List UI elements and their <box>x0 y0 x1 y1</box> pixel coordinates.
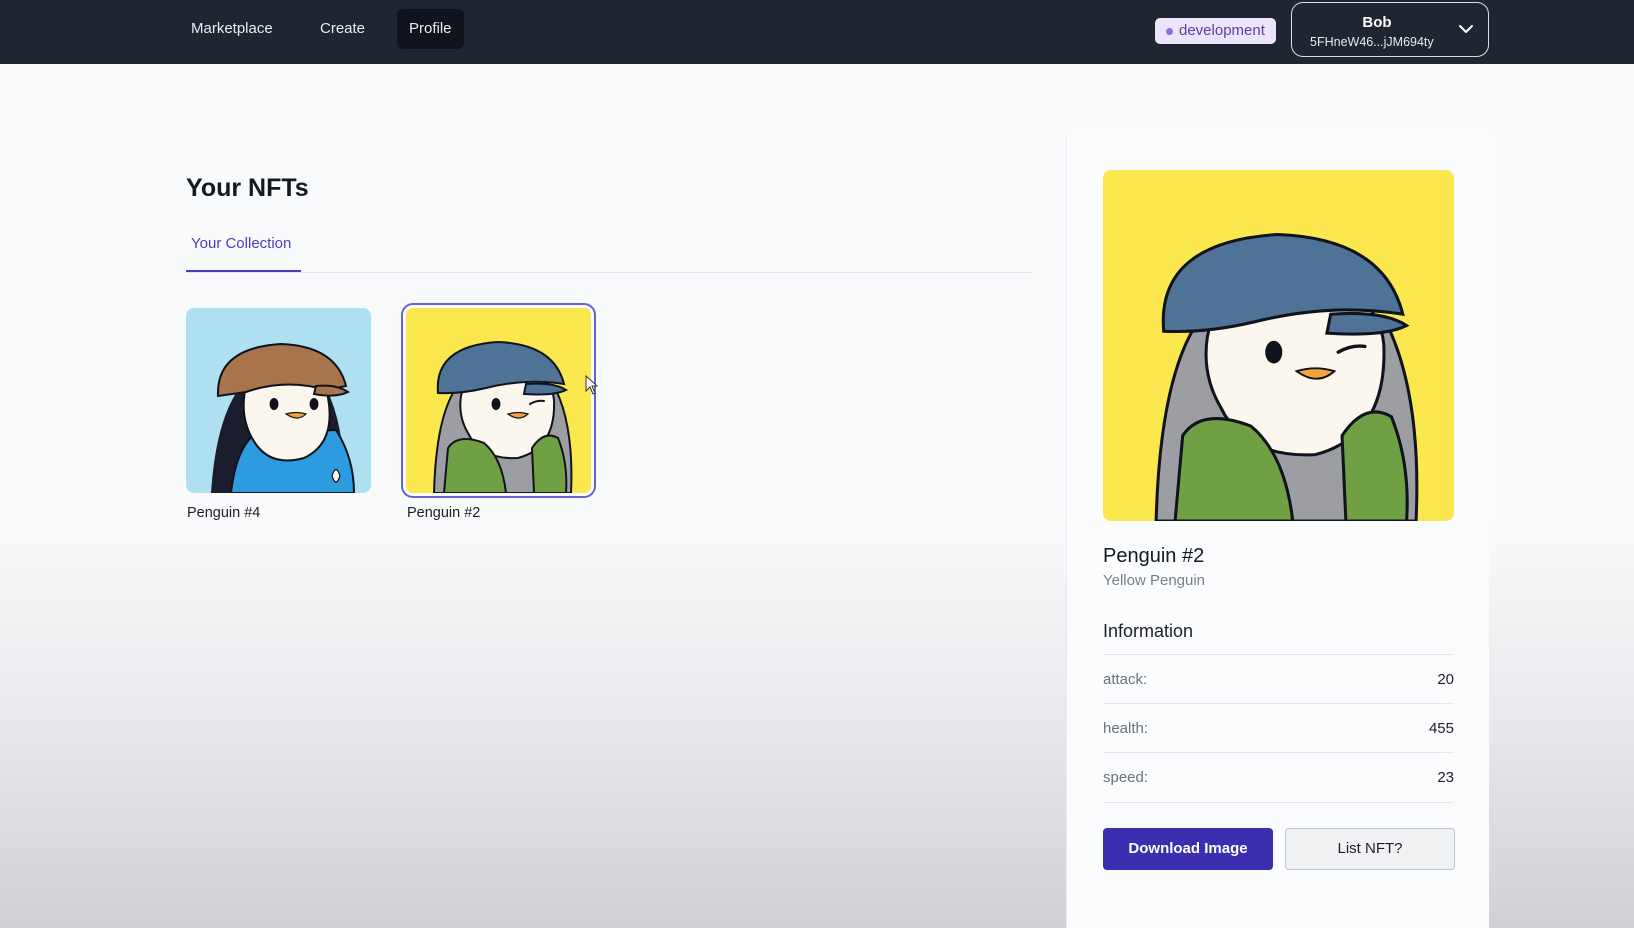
tab-divider <box>186 272 1031 273</box>
nft-detail-subtitle: Yellow Penguin <box>1103 572 1206 589</box>
attribute-value: 455 <box>1428 720 1454 737</box>
nav-create[interactable]: Create <box>308 9 377 49</box>
account-name: Bob <box>1362 14 1392 31</box>
nft-detail-panel: Penguin #2 Yellow Penguin Information at… <box>1066 135 1489 928</box>
top-nav: Marketplace Create Profile development B… <box>0 0 1634 64</box>
page-title: Your NFTs <box>186 174 309 202</box>
nft-detail-image <box>1103 170 1454 521</box>
attribute-row-speed: speed: 23 <box>1103 752 1454 801</box>
tab-your-collection[interactable]: Your Collection <box>191 235 291 252</box>
account-selector[interactable]: Bob 5FHneW46...jJM694ty <box>1291 2 1489 57</box>
list-nft-button[interactable]: List NFT? <box>1285 828 1455 870</box>
penguin-image <box>406 308 591 493</box>
environment-label: development <box>1179 22 1265 39</box>
mouse-cursor-icon <box>585 375 599 395</box>
nft-image[interactable] <box>401 303 596 498</box>
attribute-value: 20 <box>1437 671 1454 688</box>
nft-name: Penguin #4 <box>187 505 261 521</box>
nft-name: Penguin #2 <box>407 505 481 521</box>
information-heading: Information <box>1103 621 1194 641</box>
attributes-divider <box>1103 802 1454 803</box>
attribute-row-attack: attack: 20 <box>1103 654 1454 703</box>
attribute-key: speed: <box>1103 769 1149 786</box>
nft-detail-name: Penguin #2 <box>1103 545 1205 567</box>
nav-profile[interactable]: Profile <box>397 9 464 49</box>
nav-marketplace[interactable]: Marketplace <box>179 9 285 49</box>
attribute-row-health: health: 455 <box>1103 703 1454 752</box>
download-image-button[interactable]: Download Image <box>1103 828 1273 870</box>
environment-badge: development <box>1155 18 1276 44</box>
attribute-key: attack: <box>1103 671 1148 688</box>
attribute-key: health: <box>1103 720 1149 737</box>
penguin-image <box>1103 170 1454 521</box>
status-dot-icon <box>1166 28 1173 35</box>
nft-image[interactable] <box>186 308 371 493</box>
chevron-down-icon <box>1459 25 1473 33</box>
attribute-value: 23 <box>1437 769 1454 786</box>
penguin-image <box>186 308 371 493</box>
account-address: 5FHneW46...jJM694ty <box>1310 35 1434 49</box>
